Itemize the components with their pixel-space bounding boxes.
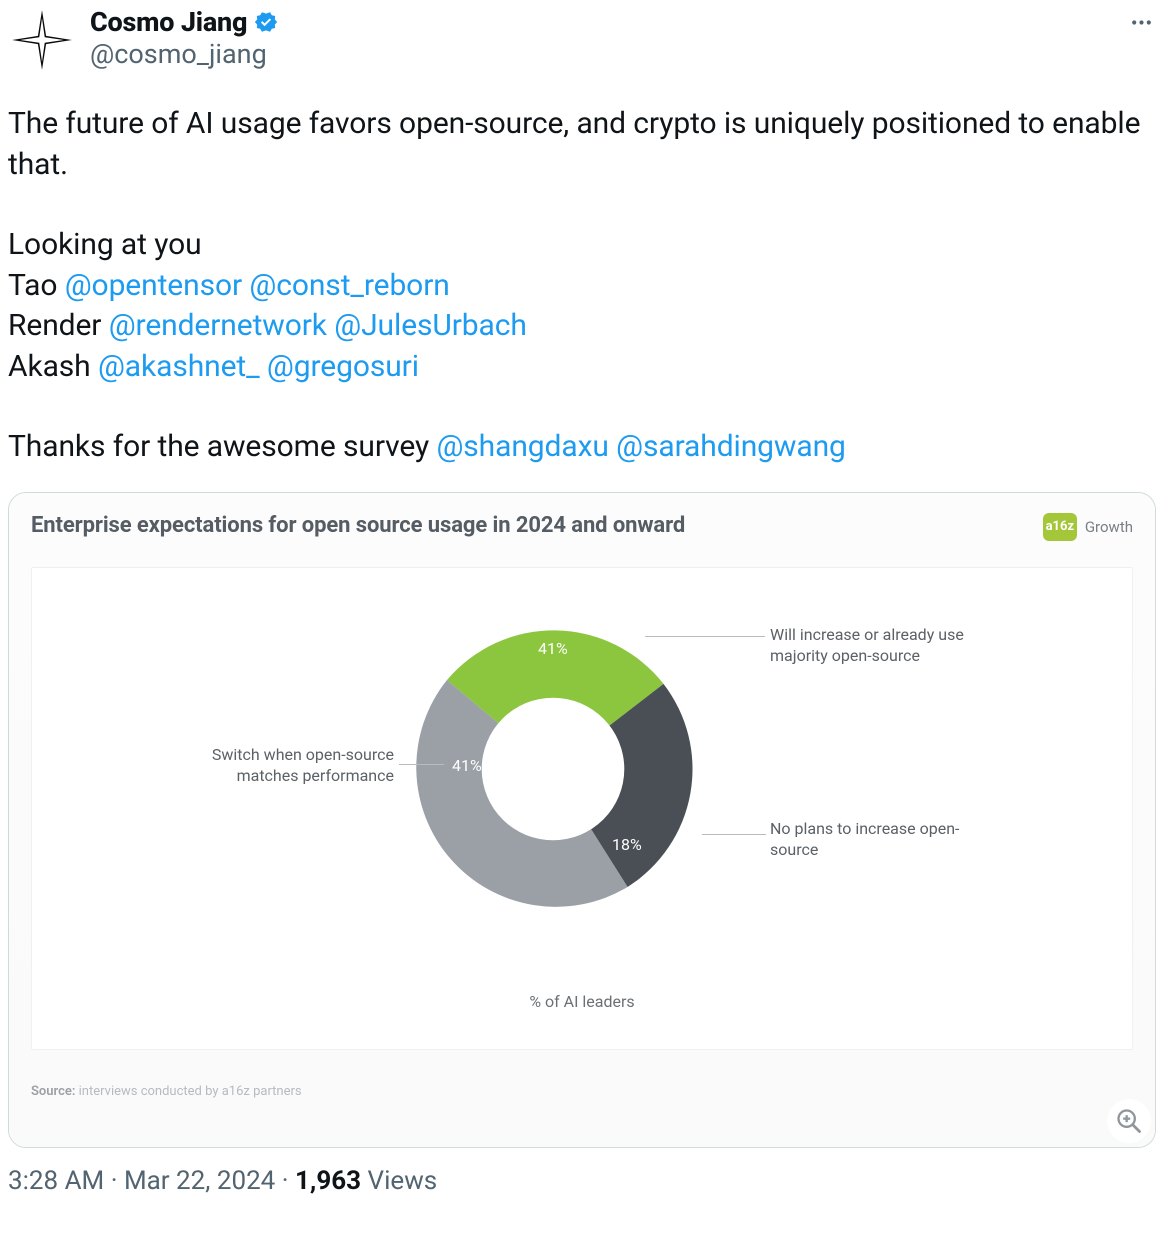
mention-link[interactable]: @const_reborn bbox=[249, 268, 449, 303]
chart-box: 41% 41% 18% Will increase or already use… bbox=[31, 567, 1133, 1050]
mention-link[interactable]: @rendernetwork bbox=[109, 308, 327, 343]
card-header: Enterprise expectations for open source … bbox=[31, 513, 1133, 541]
image-card-inner: Enterprise expectations for open source … bbox=[9, 493, 1155, 1147]
more-icon bbox=[1129, 10, 1154, 35]
source-text: interviews conducted by a16z partners bbox=[75, 1084, 301, 1099]
date[interactable]: Mar 22, 2024 bbox=[124, 1166, 275, 1196]
verified-badge-icon bbox=[253, 9, 279, 35]
author-names: Cosmo Jiang @cosmo_jiang bbox=[90, 6, 279, 70]
legend-label: No plans to increase open-source bbox=[770, 818, 1000, 861]
body-paragraph: The future of AI usage favors open-sourc… bbox=[8, 104, 1156, 185]
body-line: Tao @opentensor @const_reborn bbox=[8, 266, 1156, 307]
mention-link[interactable]: @shangdaxu bbox=[436, 429, 608, 464]
segment-label: 41% bbox=[538, 639, 568, 658]
tweet-body: The future of AI usage favors open-sourc… bbox=[8, 104, 1156, 468]
segment-label: 41% bbox=[452, 756, 482, 775]
mention-link[interactable]: @opentensor bbox=[65, 268, 242, 303]
source-line: Source: interviews conducted by a16z par… bbox=[31, 1084, 1133, 1099]
legend-label: Switch when open-source matches performa… bbox=[162, 744, 394, 787]
mention-link[interactable]: @akashnet_ bbox=[98, 349, 260, 384]
views-count[interactable]: 1,963 bbox=[295, 1166, 361, 1196]
display-name[interactable]: Cosmo Jiang bbox=[90, 6, 247, 38]
zoom-in-icon bbox=[1115, 1107, 1143, 1135]
chart-area: 41% 41% 18% Will increase or already use… bbox=[50, 594, 1114, 984]
views-label: Views bbox=[361, 1166, 437, 1196]
brand: a16z Growth bbox=[1043, 513, 1133, 541]
chart-footer-label: % of AI leaders bbox=[50, 992, 1114, 1011]
avatar[interactable] bbox=[8, 6, 76, 74]
tweet-header: Cosmo Jiang @cosmo_jiang bbox=[8, 6, 1156, 74]
separator: · bbox=[275, 1166, 295, 1196]
separator: · bbox=[104, 1166, 124, 1196]
body-line: Akash @akashnet_ @gregosuri bbox=[8, 347, 1156, 388]
segment-label: 18% bbox=[612, 835, 642, 854]
brand-badge: a16z bbox=[1043, 513, 1077, 541]
card-title: Enterprise expectations for open source … bbox=[31, 513, 685, 538]
leader-line bbox=[645, 636, 765, 637]
avatar-icon bbox=[8, 6, 76, 74]
source-label: Source: bbox=[31, 1084, 75, 1099]
text: Akash bbox=[8, 349, 98, 384]
mention-link[interactable]: @sarahdingwang bbox=[616, 429, 846, 464]
image-card[interactable]: Enterprise expectations for open source … bbox=[8, 492, 1156, 1148]
zoom-button[interactable] bbox=[1107, 1099, 1151, 1143]
leader-line bbox=[399, 764, 444, 765]
donut-chart bbox=[398, 614, 708, 924]
tweet-meta: 3:28 AM · Mar 22, 2024 · 1,963 Views bbox=[8, 1166, 1156, 1196]
body-line: Thanks for the awesome survey @shangdaxu… bbox=[8, 427, 1156, 468]
tweet-container: Cosmo Jiang @cosmo_jiang The future of A… bbox=[0, 0, 1164, 1254]
more-button[interactable] bbox=[1129, 10, 1154, 39]
mention-link[interactable]: @JulesUrbach bbox=[334, 308, 527, 343]
text: Thanks for the awesome survey bbox=[8, 429, 436, 464]
body-paragraph: Looking at you bbox=[8, 225, 1156, 266]
text: Render bbox=[8, 308, 109, 343]
body-line: Render @rendernetwork @JulesUrbach bbox=[8, 306, 1156, 347]
brand-label: Growth bbox=[1085, 518, 1133, 536]
leader-line bbox=[702, 834, 766, 835]
text: Tao bbox=[8, 268, 65, 303]
legend-label: Will increase or already use majority op… bbox=[770, 624, 1000, 667]
mention-link[interactable]: @gregosuri bbox=[267, 349, 419, 384]
handle[interactable]: @cosmo_jiang bbox=[90, 40, 279, 70]
timestamp[interactable]: 3:28 AM bbox=[8, 1166, 104, 1196]
